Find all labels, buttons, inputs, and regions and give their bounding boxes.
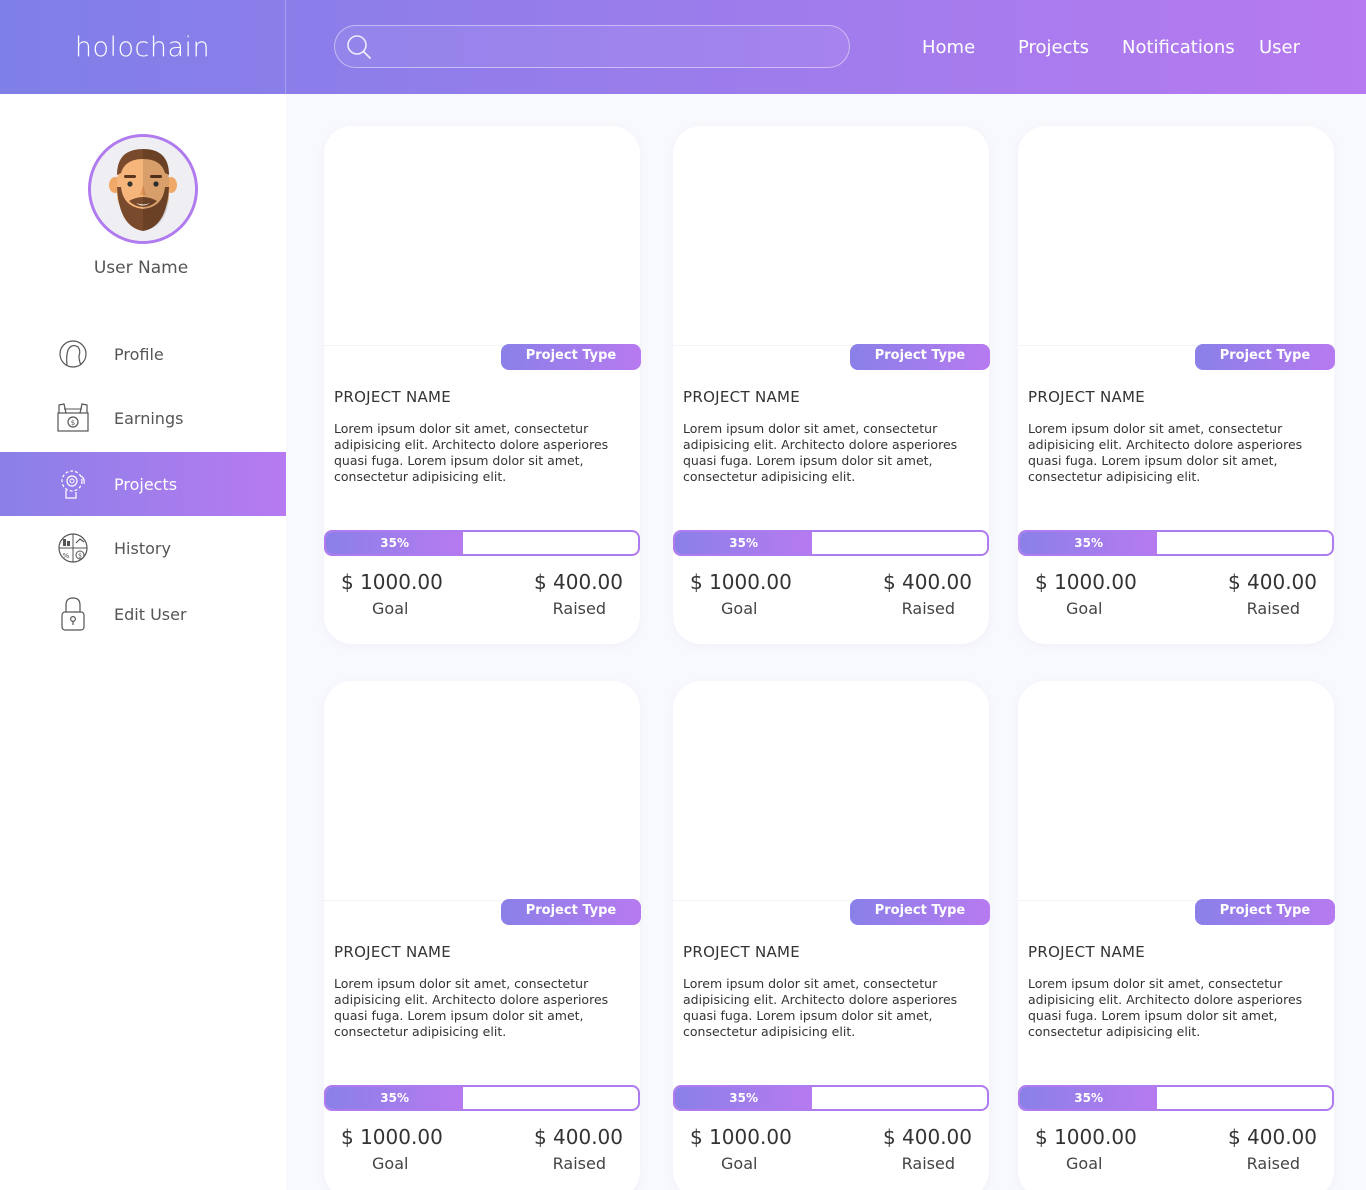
project-name: PROJECT NAME [334,388,452,406]
funding-progress-bar: 35% [324,530,640,556]
goal-label: Goal [721,599,758,618]
sidebar-item-label: Earnings [114,408,184,428]
finance-chart-icon: % $ [58,533,88,563]
project-name: PROJECT NAME [1028,388,1146,406]
progress-fill: 35% [326,1087,464,1109]
project-image [673,126,989,346]
project-description: Lorem ipsum dolor sit amet, consectetur … [334,421,609,484]
project-description: Lorem ipsum dolor sit amet, consectetur … [683,976,958,1039]
nav-notifications[interactable]: Notifications [1122,0,1235,94]
sidebar-item-history[interactable]: % $ History [0,516,286,580]
goal-amount: $ 1000.00 [1035,570,1137,594]
sidebar-item-profile[interactable]: Profile [0,322,286,386]
raised-label: Raised [1246,599,1300,618]
funding-progress-bar: 35% [673,1085,989,1111]
svg-text:$: $ [71,419,75,427]
project-name: PROJECT NAME [683,943,801,961]
nav-user[interactable]: User [1259,0,1300,94]
project-name: PROJECT NAME [334,943,452,961]
raised-amount: $ 400.00 [533,1125,623,1149]
project-type-badge: Project Type [501,344,641,370]
project-image [1018,681,1334,901]
money-hands-icon: $ [57,403,89,432]
project-name: PROJECT NAME [1028,943,1146,961]
sidebar-item-edit-user[interactable]: Edit User [0,582,286,646]
progress-fill: 35% [326,532,464,554]
funding-progress-bar: 35% [1018,1085,1334,1111]
project-card[interactable]: Project Type PROJECT NAME Lorem ipsum do… [1018,126,1335,644]
project-type-badge: Project Type [1195,899,1335,925]
goal-amount: $ 1000.00 [341,1125,443,1149]
raised-label: Raised [552,599,606,618]
search-bar[interactable] [334,25,850,68]
goal-amount: $ 1000.00 [1035,1125,1137,1149]
user-name: User Name [93,258,189,278]
funding-progress-bar: 35% [324,1085,640,1111]
logo-area: holochain [0,0,286,94]
project-card[interactable]: Project Type PROJECT NAME Lorem ipsum do… [324,126,641,644]
raised-amount: $ 400.00 [533,570,623,594]
nav-home[interactable]: Home [922,0,975,94]
sidebar: User Name Profile $ Earnings Projects % … [0,94,286,1190]
search-input[interactable] [381,26,849,67]
goal-label: Goal [721,1154,758,1173]
progress-fill: 35% [675,1087,813,1109]
sidebar-item-projects[interactable]: Projects [0,452,286,516]
avatar[interactable] [88,134,198,244]
funding-progress-bar: 35% [673,530,989,556]
project-name: PROJECT NAME [683,388,801,406]
sidebar-item-label: History [114,538,171,558]
raised-amount: $ 400.00 [1227,1125,1317,1149]
progress-fill: 35% [675,532,813,554]
project-description: Lorem ipsum dolor sit amet, consectetur … [1028,976,1303,1039]
raised-amount: $ 400.00 [882,570,972,594]
project-type-badge: Project Type [850,899,990,925]
goal-label: Goal [372,1154,409,1173]
project-image [1018,126,1334,346]
project-card[interactable]: Project Type PROJECT NAME Lorem ipsum do… [324,681,641,1190]
user-head-icon [59,340,87,368]
project-type-badge: Project Type [501,899,641,925]
project-type-badge: Project Type [1195,344,1335,370]
goal-amount: $ 1000.00 [690,1125,792,1149]
padlock-icon [61,597,85,631]
goal-amount: $ 1000.00 [690,570,792,594]
raised-label: Raised [901,599,955,618]
project-description: Lorem ipsum dolor sit amet, consectetur … [1028,421,1303,484]
raised-label: Raised [552,1154,606,1173]
top-header: holochain Home Projects Notifications Us… [0,0,1366,94]
raised-amount: $ 400.00 [882,1125,972,1149]
goal-label: Goal [372,599,409,618]
project-card[interactable]: Project Type PROJECT NAME Lorem ipsum do… [673,126,990,644]
project-description: Lorem ipsum dolor sit amet, consectetur … [683,421,958,484]
svg-text:%: % [63,552,70,560]
goal-label: Goal [1066,1154,1103,1173]
raised-label: Raised [901,1154,955,1173]
progress-fill: 35% [1020,1087,1158,1109]
app-logo[interactable]: holochain [75,32,210,63]
progress-fill: 35% [1020,532,1158,554]
search-icon[interactable] [345,33,373,61]
project-image [324,681,640,901]
funding-progress-bar: 35% [1018,530,1334,556]
svg-text:$: $ [78,553,82,560]
project-type-badge: Project Type [850,344,990,370]
project-card[interactable]: Project Type PROJECT NAME Lorem ipsum do… [673,681,990,1190]
project-card[interactable]: Project Type PROJECT NAME Lorem ipsum do… [1018,681,1335,1190]
gear-brain-icon [61,470,85,499]
goal-amount: $ 1000.00 [341,570,443,594]
raised-label: Raised [1246,1154,1300,1173]
sidebar-item-earnings[interactable]: $ Earnings [0,386,286,450]
raised-amount: $ 400.00 [1227,570,1317,594]
bearded-man-avatar-icon [91,137,195,241]
project-image [673,681,989,901]
sidebar-item-label: Projects [114,474,178,494]
project-image [324,126,640,346]
project-description: Lorem ipsum dolor sit amet, consectetur … [334,976,609,1039]
nav-projects[interactable]: Projects [1018,0,1089,94]
sidebar-item-label: Profile [114,344,164,364]
sidebar-item-label: Edit User [114,604,187,624]
goal-label: Goal [1066,599,1103,618]
